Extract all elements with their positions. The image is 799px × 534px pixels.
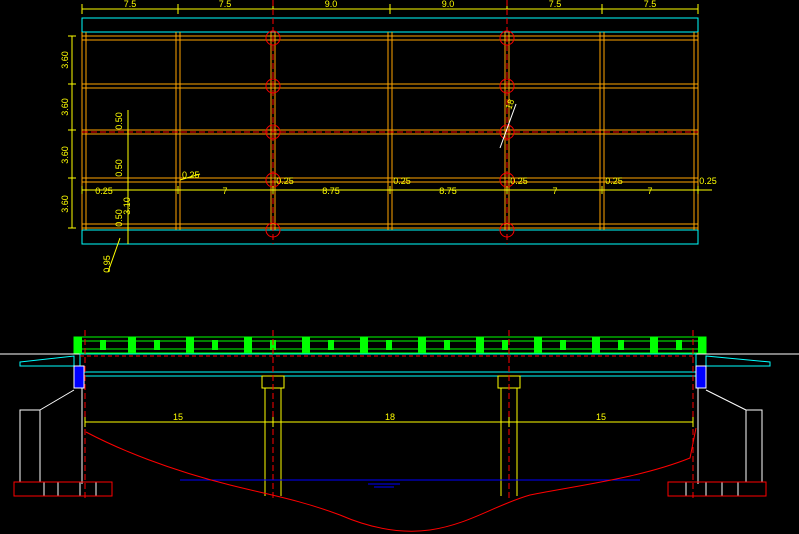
plan-view: 7.5 7.5 9.0 9.0 7.5 7.5 18 3.60 3.60 3.6… bbox=[60, 0, 717, 273]
top-dim-2: 7.5 bbox=[219, 0, 232, 9]
deck-outline-plan bbox=[81, 17, 699, 245]
skew-leader bbox=[499, 103, 517, 149]
span-dim-3: 15 bbox=[596, 412, 606, 422]
small-dim-050-c: 0.50 bbox=[114, 209, 124, 227]
elevation-view: 15 18 15 bbox=[0, 330, 799, 532]
top-dim-6: 7.5 bbox=[644, 0, 657, 9]
top-dim-5: 7.5 bbox=[549, 0, 562, 9]
bottom-dim-025-c: 0.25 bbox=[393, 176, 411, 186]
small-dim-050-a: 0.50 bbox=[114, 112, 124, 130]
bottom-dim-7-a: 7 bbox=[222, 186, 227, 196]
left-dim-4: 3.60 bbox=[60, 195, 70, 213]
bottom-dim-875-b: 8.75 bbox=[439, 186, 457, 196]
cross-beams bbox=[81, 32, 699, 230]
bottom-dim-025-left: 0.25 bbox=[95, 186, 113, 196]
pier-centerlines bbox=[82, 0, 698, 244]
railing bbox=[73, 336, 707, 354]
bottom-dim-7-b: 7 bbox=[552, 186, 557, 196]
bottom-dim-025-right: 0.25 bbox=[699, 176, 717, 186]
small-dim-050-b: 0.50 bbox=[114, 159, 124, 177]
top-dim-3: 9.0 bbox=[325, 0, 338, 9]
bottom-dim-025-b: 0.25 bbox=[276, 176, 294, 186]
bottom-dim-025-d: 0.25 bbox=[510, 176, 528, 186]
small-dim-025-top: 0.25 bbox=[182, 170, 200, 180]
bottom-dim-7-c: 7 bbox=[647, 186, 652, 196]
span-dim-1: 15 bbox=[173, 412, 183, 422]
span-dim-2: 18 bbox=[385, 412, 395, 422]
deck-elevation bbox=[79, 353, 697, 377]
left-dim-2: 3.60 bbox=[60, 98, 70, 116]
small-dim-095: 0.95 bbox=[102, 255, 112, 273]
bottom-dim-875-a: 8.75 bbox=[322, 186, 340, 196]
left-dim-3: 3.60 bbox=[60, 146, 70, 164]
bottom-dim-025-e: 0.25 bbox=[605, 176, 623, 186]
left-dim-1: 3.60 bbox=[60, 51, 70, 69]
top-dim-4: 9.0 bbox=[442, 0, 455, 9]
bridge-drawing-canvas: 7.5 7.5 9.0 9.0 7.5 7.5 18 3.60 3.60 3.6… bbox=[0, 0, 799, 532]
top-dim-1: 7.5 bbox=[124, 0, 137, 9]
